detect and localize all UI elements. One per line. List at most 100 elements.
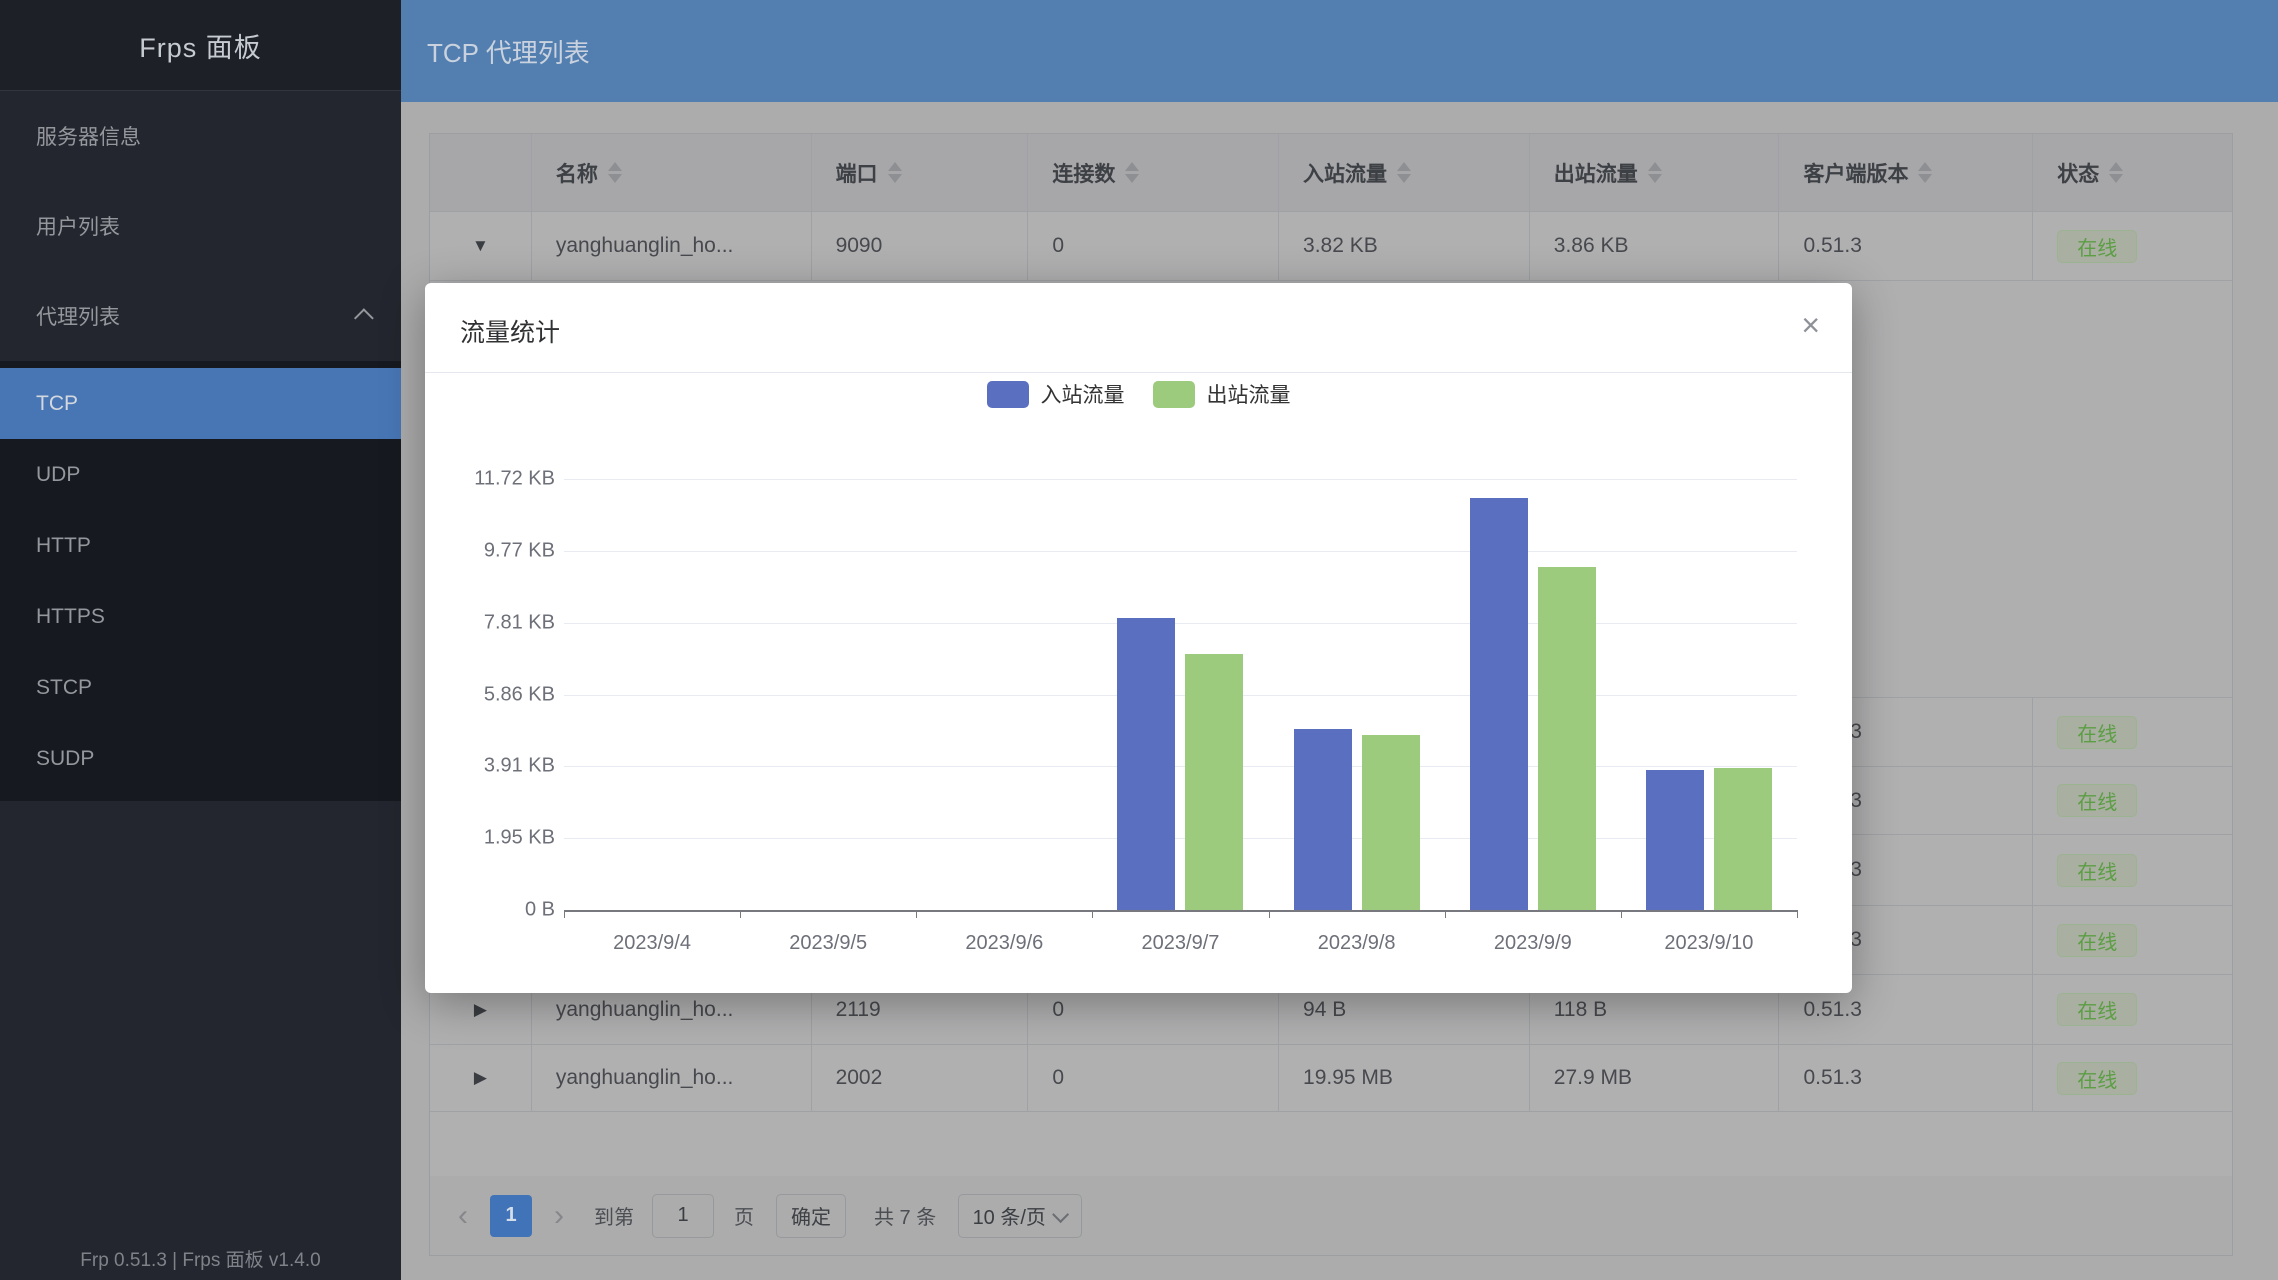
prev-page-button[interactable]: ‹ xyxy=(458,1201,468,1231)
table-row[interactable]: ▶yanghuanglin_ho...2002019.95 MB27.9 MB0… xyxy=(430,1045,2232,1112)
sidebar-item-stcp[interactable]: STCP xyxy=(0,652,401,723)
sort-caret-icon[interactable] xyxy=(1918,162,1932,183)
table-row[interactable]: ▼yanghuanglin_ho...909003.82 KB3.86 KB0.… xyxy=(430,212,2232,281)
sidebar-item-tcp[interactable]: TCP xyxy=(0,368,401,439)
inbound-bar-2023/9/8 xyxy=(1294,729,1352,910)
version-footer: Frp 0.51.3 | Frps 面板 v1.4.0 xyxy=(0,1245,401,1272)
table-header-row: 名称端口 连接数 入站流量 出站流量客户端版本 状态 xyxy=(430,134,2232,212)
sidebar-item-0[interactable]: 服务器信息 xyxy=(0,91,401,181)
column-header-label: 客户端版本 xyxy=(1803,158,1908,188)
x-axis-tick-label: 2023/9/8 xyxy=(1318,932,1396,955)
table-empty-space xyxy=(430,1112,2232,1178)
gridline xyxy=(564,766,1797,767)
next-page-button[interactable]: › xyxy=(554,1201,564,1231)
gridline xyxy=(564,695,1797,696)
sidebar-item-http[interactable]: HTTP xyxy=(0,510,401,581)
cell-connections: 0 xyxy=(1028,212,1279,281)
collapse-row-icon[interactable]: ▼ xyxy=(472,236,489,256)
column-header-label: 入站流量 xyxy=(1303,158,1387,188)
x-axis-tick xyxy=(1092,910,1093,918)
sidebar-menu: 服务器信息用户列表代理列表 TCPUDPHTTPHTTPSSTCPSUDP xyxy=(0,91,401,801)
x-axis-tick-label: 2023/9/9 xyxy=(1494,932,1572,955)
gridline xyxy=(564,551,1797,552)
gridline xyxy=(564,479,1797,480)
x-axis-tick xyxy=(1269,910,1270,918)
status-badge: 在线 xyxy=(2057,924,2137,957)
inbound-bar-2023/9/9 xyxy=(1470,498,1528,910)
column-header-3[interactable]: 连接数 xyxy=(1028,134,1279,212)
expand-row-icon[interactable]: ▶ xyxy=(474,1068,487,1088)
sidebar-item-https[interactable]: HTTPS xyxy=(0,581,401,652)
total-count-label: 共 7 条 xyxy=(874,1201,936,1230)
sort-caret-icon[interactable] xyxy=(1125,162,1139,183)
column-header-2[interactable]: 端口 xyxy=(812,134,1029,212)
expand-row-icon[interactable]: ▶ xyxy=(474,1000,487,1020)
cell-traffic-in: 19.95 MB xyxy=(1279,1045,1530,1112)
column-header-label: 状态 xyxy=(2057,158,2099,188)
chevron-up-icon xyxy=(354,308,374,328)
sort-caret-icon[interactable] xyxy=(1648,162,1662,183)
x-axis-tick-label: 2023/9/5 xyxy=(789,932,867,955)
x-axis-tick xyxy=(1445,910,1446,918)
y-axis-tick-label: 0 B xyxy=(435,899,555,922)
cell-port: 9090 xyxy=(812,212,1029,281)
status-badge: 在线 xyxy=(2057,854,2137,887)
x-axis-line xyxy=(564,910,1797,912)
column-header-5[interactable]: 出站流量 xyxy=(1530,134,1780,212)
cell-status: 在线 xyxy=(2033,212,2232,281)
sort-caret-icon[interactable] xyxy=(1397,162,1411,183)
traffic-stats-dialog: 流量统计 × 入站流量出站流量 0 B1.95 KB3.91 KB5.86 KB… xyxy=(425,283,1852,993)
cell-version: 0.51.3 xyxy=(1779,212,2033,281)
cell-port: 2002 xyxy=(812,1045,1029,1112)
x-axis-tick xyxy=(1621,910,1622,918)
cell-traffic-out: 27.9 MB xyxy=(1530,1045,1780,1112)
gridline xyxy=(564,623,1797,624)
column-header-label: 连接数 xyxy=(1052,158,1115,188)
y-axis-tick-label: 3.91 KB xyxy=(435,755,555,778)
sidebar-item-udp[interactable]: UDP xyxy=(0,439,401,510)
cell-traffic-in: 3.82 KB xyxy=(1279,212,1530,281)
cell-connections: 0 xyxy=(1028,1045,1279,1112)
expand-cell: ▶ xyxy=(430,1045,532,1112)
sidebar-item-label: 代理列表 xyxy=(36,301,120,331)
column-header-4[interactable]: 入站流量 xyxy=(1279,134,1530,212)
inbound-bar-2023/9/10 xyxy=(1646,770,1704,910)
sidebar-item-sudp[interactable]: SUDP xyxy=(0,723,401,794)
goto-page-input[interactable] xyxy=(652,1194,714,1238)
column-header-1[interactable]: 名称 xyxy=(532,134,812,212)
app-title: Frps 面板 xyxy=(0,0,401,91)
y-axis-tick-label: 11.72 KB xyxy=(435,468,555,491)
x-axis-tick xyxy=(564,910,565,918)
sort-caret-icon[interactable] xyxy=(608,162,622,183)
sort-caret-icon[interactable] xyxy=(2109,162,2123,183)
outbound-bar-2023/9/7 xyxy=(1185,654,1243,910)
x-axis-tick-label: 2023/9/4 xyxy=(613,932,691,955)
cell-name: yanghuanglin_ho... xyxy=(532,1045,812,1112)
outbound-bar-2023/9/10 xyxy=(1714,768,1772,910)
sidebar-item-2[interactable]: 代理列表 xyxy=(0,271,401,361)
y-axis-tick-label: 9.77 KB xyxy=(435,539,555,562)
column-header-7[interactable]: 状态 xyxy=(2033,134,2232,212)
chevron-down-icon xyxy=(1052,1206,1069,1223)
cell-status: 在线 xyxy=(2033,698,2232,767)
page-size-select[interactable]: 10 条/页 xyxy=(958,1194,1082,1238)
status-badge: 在线 xyxy=(2057,1062,2137,1095)
column-header-6[interactable]: 客户端版本 xyxy=(1779,134,2033,212)
sidebar-item-label: 服务器信息 xyxy=(36,121,141,151)
cell-status: 在线 xyxy=(2033,975,2232,1045)
cell-status: 在线 xyxy=(2033,1045,2232,1112)
x-axis-tick-label: 2023/9/10 xyxy=(1664,932,1753,955)
pagination-bar: ‹ 1 › 到第 页 确定 共 7 条 10 条/页 xyxy=(429,1176,2233,1256)
cell-status: 在线 xyxy=(2033,835,2232,906)
confirm-button[interactable]: 确定 xyxy=(776,1194,846,1238)
column-header-label: 端口 xyxy=(836,158,878,188)
sidebar: Frps 面板 服务器信息用户列表代理列表 TCPUDPHTTPHTTPSSTCP… xyxy=(0,0,401,1280)
cell-status: 在线 xyxy=(2033,906,2232,975)
sort-caret-icon[interactable] xyxy=(888,162,902,183)
page-size-value: 10 条/页 xyxy=(973,1201,1046,1230)
status-badge: 在线 xyxy=(2057,230,2137,263)
sidebar-item-1[interactable]: 用户列表 xyxy=(0,181,401,271)
expand-cell: ▼ xyxy=(430,212,532,281)
traffic-bar-chart: 0 B1.95 KB3.91 KB5.86 KB7.81 KB9.77 KB11… xyxy=(425,283,1852,993)
page-number-button[interactable]: 1 xyxy=(490,1195,532,1237)
